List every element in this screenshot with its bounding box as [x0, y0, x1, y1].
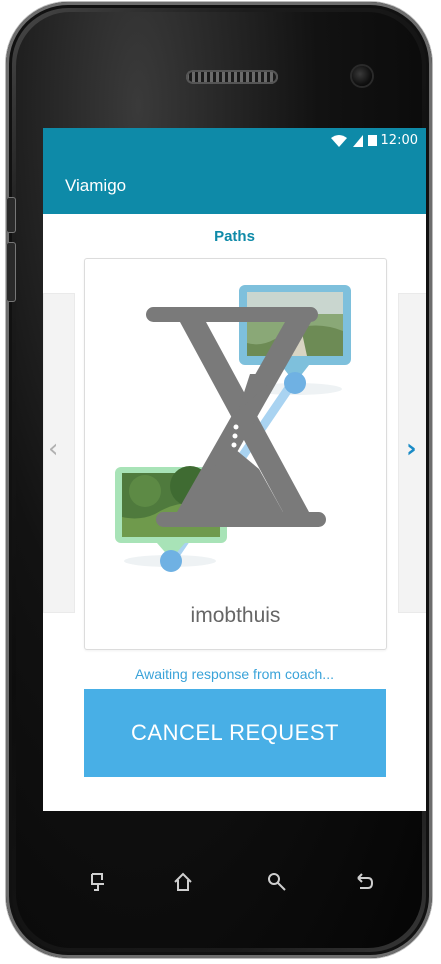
- home-key-icon[interactable]: [171, 870, 195, 894]
- section-title: Paths: [214, 228, 255, 245]
- status-time: 12:00: [380, 133, 418, 148]
- signal-icon: [352, 134, 363, 147]
- earpiece-speaker: [186, 70, 278, 84]
- menu-key-icon[interactable]: [86, 870, 110, 894]
- path-illustration: [115, 285, 351, 572]
- path-card[interactable]: imobthuis: [84, 258, 387, 650]
- status-message: Awaiting response from coach...: [135, 666, 334, 682]
- back-key-icon[interactable]: [352, 870, 376, 894]
- battery-icon: [367, 135, 377, 146]
- search-key-icon[interactable]: [265, 870, 289, 894]
- chevron-right-icon[interactable]: ›: [406, 434, 417, 464]
- app-title: Viamigo: [65, 176, 127, 195]
- volume-down-button: [6, 242, 16, 302]
- status-icons: 12:00: [330, 133, 418, 148]
- volume-up-button: [6, 197, 16, 233]
- hardware-softkeys: [0, 870, 441, 900]
- wifi-icon: [330, 134, 347, 147]
- status-bar: 12:00: [43, 128, 426, 156]
- cancel-request-button[interactable]: CANCEL REQUEST: [84, 689, 386, 777]
- app-bar: Viamigo: [43, 156, 426, 214]
- chevron-left-icon[interactable]: ‹: [48, 434, 58, 464]
- front-camera: [352, 66, 372, 86]
- screen: 12:00 Viamigo Paths imobthuis ‹ › Awaiti…: [43, 128, 426, 811]
- path-name: imobthuis: [190, 604, 281, 627]
